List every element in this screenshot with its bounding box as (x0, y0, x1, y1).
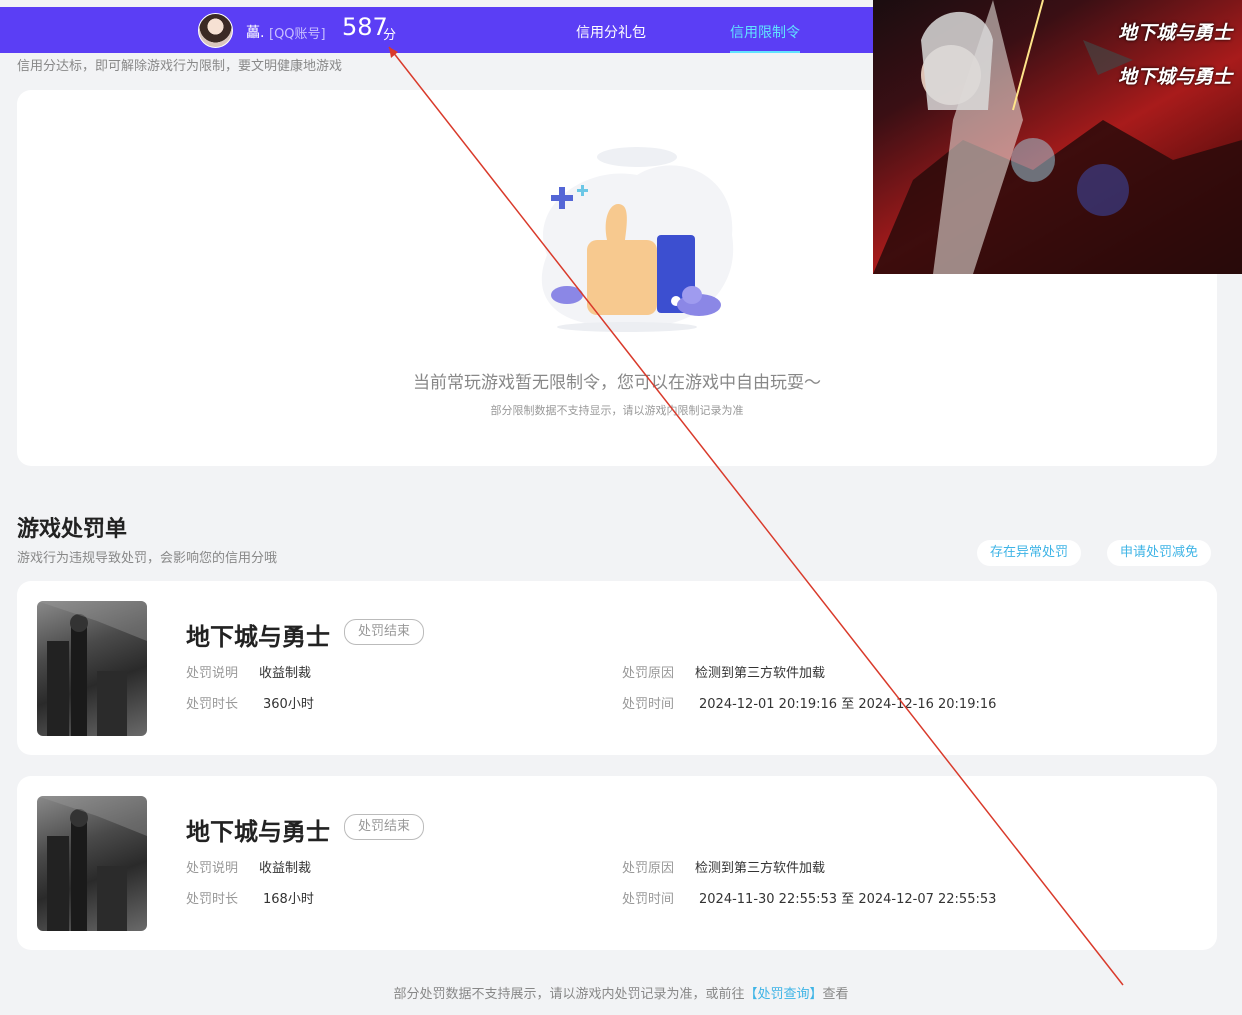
game-promo-image[interactable]: 地下城与勇士 地下城与勇士 (873, 0, 1242, 274)
avatar[interactable] (198, 13, 233, 48)
footer-tail: 查看 (822, 987, 849, 1002)
penalty-reason-value: 检测到第三方软件加载 (695, 666, 826, 681)
tab-credit-gift[interactable]: 信用分礼包 (576, 22, 646, 42)
footer-text: 部分处罚数据不支持展示，请以游戏内处罚记录为准，或前往 (393, 987, 745, 1002)
penalty-explain-value: 收益制裁 (259, 666, 312, 681)
game-name: 地下城与勇士 (186, 818, 330, 846)
penalty-section-desc: 游戏行为违规导致处罚，会影响您的信用分哦 (17, 551, 278, 566)
penalty-duration-value: 360小时 (263, 697, 314, 712)
thumbs-up-illustration-icon (541, 147, 734, 332)
penalty-duration-value: 168小时 (263, 892, 314, 907)
account-type: [QQ账号] (269, 27, 326, 42)
game-name: 地下城与勇士 (186, 623, 330, 651)
game-thumbnail-art (37, 601, 147, 736)
penalty-time-value: 2024-12-01 20:19:16 至 2024-12-16 20:19:1… (699, 697, 997, 712)
penalty-time-label: 处罚时间 (622, 697, 675, 712)
report-abnormal-penalty-button[interactable]: 存在异常处罚 (977, 540, 1082, 566)
penalty-time-label: 处罚时间 (622, 892, 675, 907)
penalty-reason-label: 处罚原因 (622, 861, 675, 876)
status-badge: 处罚结束 (344, 814, 425, 840)
penalty-query-link[interactable]: 【处罚查询】 (744, 987, 822, 1002)
game-thumbnail-art (37, 796, 147, 931)
tab-credit-restriction[interactable]: 信用限制令 (730, 22, 800, 42)
penalty-explain-label: 处罚说明 (186, 861, 239, 876)
credit-score-unit: 分 (383, 28, 397, 43)
apply-penalty-reduction-button[interactable]: 申请处罚减免 (1107, 540, 1212, 566)
penalty-section-title: 游戏处罚单 (17, 517, 128, 542)
penalty-reason-value: 检测到第三方软件加载 (695, 861, 826, 876)
penalty-duration-label: 处罚时长 (186, 697, 239, 712)
credit-score: 587 (342, 13, 388, 41)
page-subtitle: 信用分达标，即可解除游戏行为限制，要文明健康地游戏 (17, 59, 343, 74)
footer-note: 部分处罚数据不支持展示，请以游戏内处罚记录为准，或前往【处罚查询】查看 (0, 983, 1242, 1002)
active-tab-indicator (730, 51, 800, 53)
username: 藟. (246, 25, 265, 41)
penalty-card: 地下城与勇士 处罚结束 处罚说明 收益制裁 处罚时长 360小时 处罚原因 检测… (17, 581, 1217, 755)
empty-state-title: 当前常玩游戏暂无限制令，您可以在游戏中自由玩耍～ (413, 373, 821, 393)
penalty-explain-value: 收益制裁 (259, 861, 312, 876)
penalty-time-value: 2024-11-30 22:55:53 至 2024-12-07 22:55:5… (699, 892, 997, 907)
game-logo-2: 地下城与勇士 (1117, 66, 1232, 88)
penalty-card: 地下城与勇士 处罚结束 处罚说明 收益制裁 处罚时长 168小时 处罚原因 检测… (17, 776, 1217, 950)
penalty-explain-label: 处罚说明 (186, 666, 239, 681)
status-badge: 处罚结束 (344, 619, 425, 645)
empty-state-note: 部分限制数据不支持显示，请以游戏内限制记录为准 (490, 404, 744, 417)
game-thumbnail (37, 796, 147, 931)
penalty-reason-label: 处罚原因 (622, 666, 675, 681)
game-thumbnail (37, 601, 147, 736)
game-logo-1: 地下城与勇士 (1117, 22, 1232, 44)
penalty-duration-label: 处罚时长 (186, 892, 239, 907)
